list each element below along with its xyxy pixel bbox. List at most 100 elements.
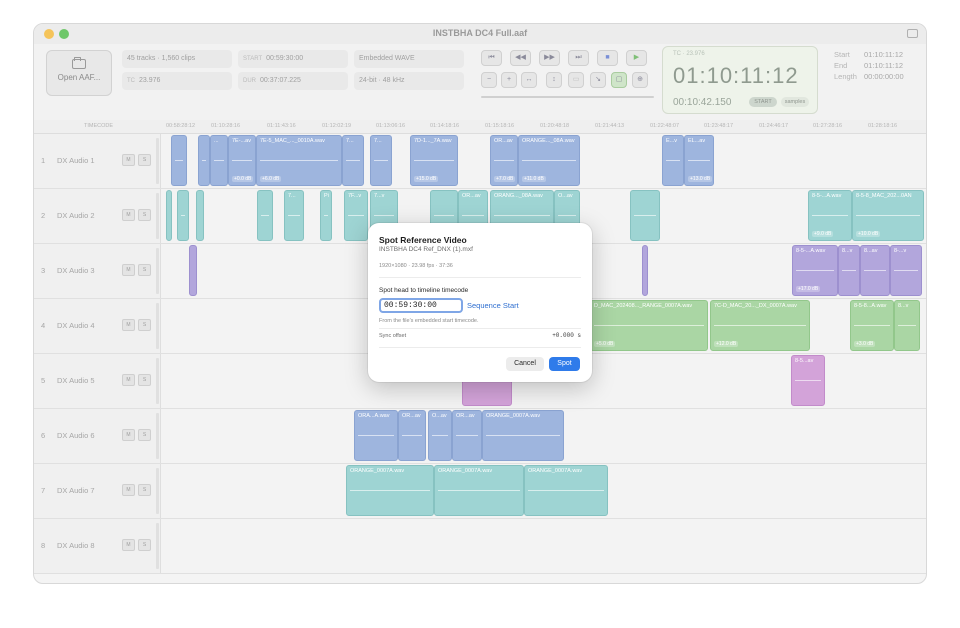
audio-clip[interactable]: ORANGE_0007A.wav (434, 465, 524, 516)
zoom-out-icon[interactable]: − (481, 72, 497, 88)
audio-clip[interactable] (198, 135, 210, 186)
audio-clip[interactable]: 7... (370, 135, 392, 186)
audio-clip[interactable]: ORA...A.wav (354, 410, 398, 461)
audio-clip[interactable]: ORANGE_0007A.wav (524, 465, 608, 516)
spot-button[interactable]: Spot (549, 357, 580, 371)
track-row[interactable]: 6 DX Audio 6 M S ORA...A.wav OR...av O..… (34, 409, 926, 464)
audio-clip[interactable]: OR...av (398, 410, 426, 461)
crosshair-icon[interactable]: ⊕ (632, 72, 648, 88)
sequence-start-link[interactable]: Sequence Start (467, 301, 519, 310)
selection-icon[interactable]: ▭ (568, 72, 584, 88)
solo-button[interactable]: S (138, 374, 151, 386)
scroll-position-bar[interactable] (481, 96, 654, 98)
go-to-end-button[interactable]: ⏭ (568, 50, 589, 66)
fast-forward-button[interactable]: ▶▶ (539, 50, 560, 66)
mute-button[interactable]: M (122, 539, 135, 551)
mute-button[interactable]: M (122, 429, 135, 441)
fit-vertical-icon[interactable]: ↕ (546, 72, 562, 88)
go-to-start-button[interactable]: ⏮ (481, 50, 502, 66)
start-pill[interactable]: START (749, 97, 777, 107)
audio-clip[interactable]: Pi (320, 190, 332, 241)
mute-button[interactable]: M (122, 264, 135, 276)
selection-end: End 01:10:11:12 (834, 61, 904, 70)
track-name: DX Audio 1 (57, 156, 95, 165)
track-name: DX Audio 6 (57, 431, 95, 440)
audio-clip[interactable]: 8...v (894, 300, 920, 351)
timecode-input[interactable]: 00:59:30:00 (379, 298, 463, 313)
samples-pill[interactable]: samples (781, 97, 809, 107)
ruler-tick: 01:12:02:19 (322, 123, 352, 129)
sidebar-toggle-icon[interactable] (907, 29, 918, 38)
audio-clip[interactable] (630, 190, 660, 241)
audio-clip[interactable]: OR...av +7.0 dB (490, 135, 518, 186)
audio-clip[interactable] (177, 190, 189, 241)
sync-offset-value[interactable]: +0.000 s (552, 332, 581, 339)
audio-clip[interactable] (257, 190, 273, 241)
audio-clip[interactable]: 7... (342, 135, 364, 186)
audio-clip[interactable]: 8-5-...A.wav +9.0 dB (808, 190, 852, 241)
audio-clip[interactable]: 8-5-...A.wav +17.0 dB (792, 245, 838, 296)
track-header: 3 DX Audio 3 M S (34, 244, 161, 298)
solo-button[interactable]: S (138, 484, 151, 496)
open-aaf-button[interactable]: Open AAF... (46, 50, 112, 96)
audio-clip[interactable]: D_MAC_202408..._RANGE_0007A.wav +5.0 dB (590, 300, 708, 351)
play-button[interactable]: ▶ (626, 50, 647, 66)
mute-button[interactable]: M (122, 319, 135, 331)
window-title: INSTBHA DC4 Full.aaf (432, 28, 528, 38)
audio-clip[interactable]: 7E-...av +0.0 dB (228, 135, 256, 186)
audio-clip[interactable]: 7... (284, 190, 304, 241)
audio-clip[interactable]: O...av (428, 410, 452, 461)
audio-clip[interactable]: 8-...v (890, 245, 922, 296)
mute-button[interactable]: M (122, 374, 135, 386)
track-number: 6 (41, 431, 46, 440)
fit-horizontal-icon[interactable]: ↔ (521, 72, 537, 88)
solo-button[interactable]: S (138, 154, 151, 166)
mute-button[interactable]: M (122, 209, 135, 221)
audio-clip[interactable]: 7F...v (344, 190, 368, 241)
audio-clip[interactable]: 8...v (838, 245, 860, 296)
audio-clip[interactable]: 7D-1..._7A.wav +15.0 dB (410, 135, 458, 186)
mute-button[interactable]: M (122, 154, 135, 166)
audio-clip[interactable] (171, 135, 187, 186)
audio-clip[interactable]: EL...av +13.0 dB (684, 135, 714, 186)
stop-button[interactable]: ■ (597, 50, 618, 66)
track-number: 3 (41, 266, 46, 275)
audio-clip[interactable] (196, 190, 204, 241)
video-monitor-icon[interactable]: ▢ (611, 72, 627, 88)
solo-button[interactable]: S (138, 429, 151, 441)
rewind-button[interactable]: ◀◀ (510, 50, 531, 66)
mute-button[interactable]: M (122, 484, 135, 496)
zoom-in-icon[interactable]: + (501, 72, 517, 88)
audio-clip[interactable] (642, 245, 648, 296)
timeline-ruler[interactable]: TIMECODE 00:58:28:12 01:10:28:16 01:11:4… (34, 120, 926, 134)
follow-playhead-icon[interactable]: ↘ (590, 72, 606, 88)
track-row[interactable]: 7 DX Audio 7 M S ORANGE_0007A.wav ORANGE… (34, 464, 926, 519)
cancel-button[interactable]: Cancel (506, 357, 544, 371)
track-number: 4 (41, 321, 46, 330)
solo-button[interactable]: S (138, 264, 151, 276)
solo-button[interactable]: S (138, 539, 151, 551)
audio-clip[interactable]: E...v (662, 135, 684, 186)
solo-button[interactable]: S (138, 209, 151, 221)
audio-clip[interactable]: ORANGE..._08A.wav +11.0 dB (518, 135, 580, 186)
audio-clip[interactable]: 7E-5_MAC_..._0010A.wav +6.0 dB (256, 135, 342, 186)
audio-clip[interactable]: ... (210, 135, 228, 186)
audio-clip[interactable]: 7C-D_MAC_20..._DX_0007A.wav +12.0 dB (710, 300, 810, 351)
audio-clip[interactable]: 8...av (860, 245, 890, 296)
solo-button[interactable]: S (138, 319, 151, 331)
ruler-tick: 01:13:06:16 (376, 123, 406, 129)
audio-clip[interactable] (166, 190, 172, 241)
level-meter (156, 303, 159, 349)
audio-clip[interactable]: OR...av (452, 410, 482, 461)
audio-clip[interactable]: 8-5-8...A.wav +3.0 dB (850, 300, 894, 351)
track-row[interactable]: 1 DX Audio 1 M S ... 7E-...av +0.0 dB 7E-… (34, 134, 926, 189)
track-row[interactable]: 8 DX Audio 8 M S (34, 519, 926, 574)
audio-clip[interactable]: ORANGE_0007A.wav (482, 410, 564, 461)
audio-clip[interactable] (189, 245, 197, 296)
audio-clip[interactable]: 8-5...av (791, 355, 825, 406)
audio-clip[interactable]: ORANGE_0007A.wav (346, 465, 434, 516)
track-header: 6 DX Audio 6 M S (34, 409, 161, 463)
start-info: START 00:59:30:00 (238, 50, 348, 68)
audio-clip[interactable]: 8-5-8_MAC_202...0AN +10.0 dB (852, 190, 924, 241)
track-header: 8 DX Audio 8 M S (34, 519, 161, 573)
